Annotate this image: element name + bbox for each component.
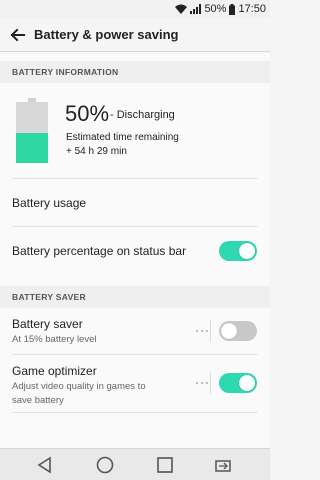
game-optimizer-subtitle: Adjust video quality in games to save ba… xyxy=(12,380,146,408)
status-battery-percent: 50% xyxy=(204,3,227,15)
battery-saver-subtitle: At 15% battery level xyxy=(12,334,97,345)
divider xyxy=(12,412,258,413)
page-title: Battery & power saving xyxy=(34,27,179,42)
section-header-battery-saver: BATTERY SAVER xyxy=(0,286,270,308)
settings-content[interactable]: BATTERY INFORMATION 50% - Discharging Es… xyxy=(0,53,270,448)
back-icon[interactable] xyxy=(35,455,55,475)
game-optimizer-subtitle-line2: save battery xyxy=(12,395,64,406)
battery-status: - Discharging xyxy=(110,109,175,121)
battery-usage-item[interactable]: Battery usage xyxy=(12,196,86,210)
game-optimizer-toggle[interactable] xyxy=(219,373,257,393)
status-time: 17:50 xyxy=(238,3,266,15)
toggle-knob xyxy=(221,323,237,339)
section-header-label: BATTERY SAVER xyxy=(12,292,86,302)
estimated-time-value: + 54 h 29 min xyxy=(66,146,127,157)
section-header-label: BATTERY INFORMATION xyxy=(12,67,119,77)
status-icons: 50% 17:50 xyxy=(175,2,266,16)
divider xyxy=(12,178,258,179)
battery-saver-label[interactable]: Battery saver xyxy=(12,317,83,331)
battery-percentage-label: Battery percentage on status bar xyxy=(12,244,187,258)
divider xyxy=(12,354,258,355)
game-optimizer-subtitle-line1: Adjust video quality in games to xyxy=(12,381,146,392)
estimated-time: Estimated time remaining + 54 h 29 min xyxy=(66,131,179,159)
battery-fill xyxy=(16,132,48,163)
vertical-divider xyxy=(210,320,211,342)
battery-level-graphic xyxy=(16,98,48,163)
battery-status-icon xyxy=(229,3,236,15)
toggle-knob xyxy=(239,375,255,391)
section-header-battery-information: BATTERY INFORMATION xyxy=(0,61,270,83)
battery-percentage-toggle[interactable] xyxy=(219,241,257,261)
vertical-divider xyxy=(210,372,211,394)
game-optimizer-label[interactable]: Game optimizer xyxy=(12,364,97,378)
status-bar: 50% 17:50 xyxy=(0,0,270,18)
battery-percent: 50% xyxy=(65,101,110,126)
app-bar: Battery & power saving xyxy=(0,18,270,52)
divider xyxy=(12,226,258,227)
estimated-time-label: Estimated time remaining xyxy=(66,132,179,143)
signal-icon xyxy=(190,4,202,14)
more-options-icon[interactable] xyxy=(196,381,208,385)
wifi-icon xyxy=(175,4,188,14)
back-arrow-icon[interactable] xyxy=(8,25,28,45)
recents-icon[interactable] xyxy=(155,455,175,475)
navigation-bar xyxy=(0,448,270,480)
battery-saver-toggle[interactable] xyxy=(219,321,257,341)
home-icon[interactable] xyxy=(95,455,115,475)
toggle-knob xyxy=(239,243,255,259)
screen-switch-icon[interactable] xyxy=(213,455,233,475)
more-options-icon[interactable] xyxy=(196,329,208,333)
battery-body xyxy=(16,102,48,163)
